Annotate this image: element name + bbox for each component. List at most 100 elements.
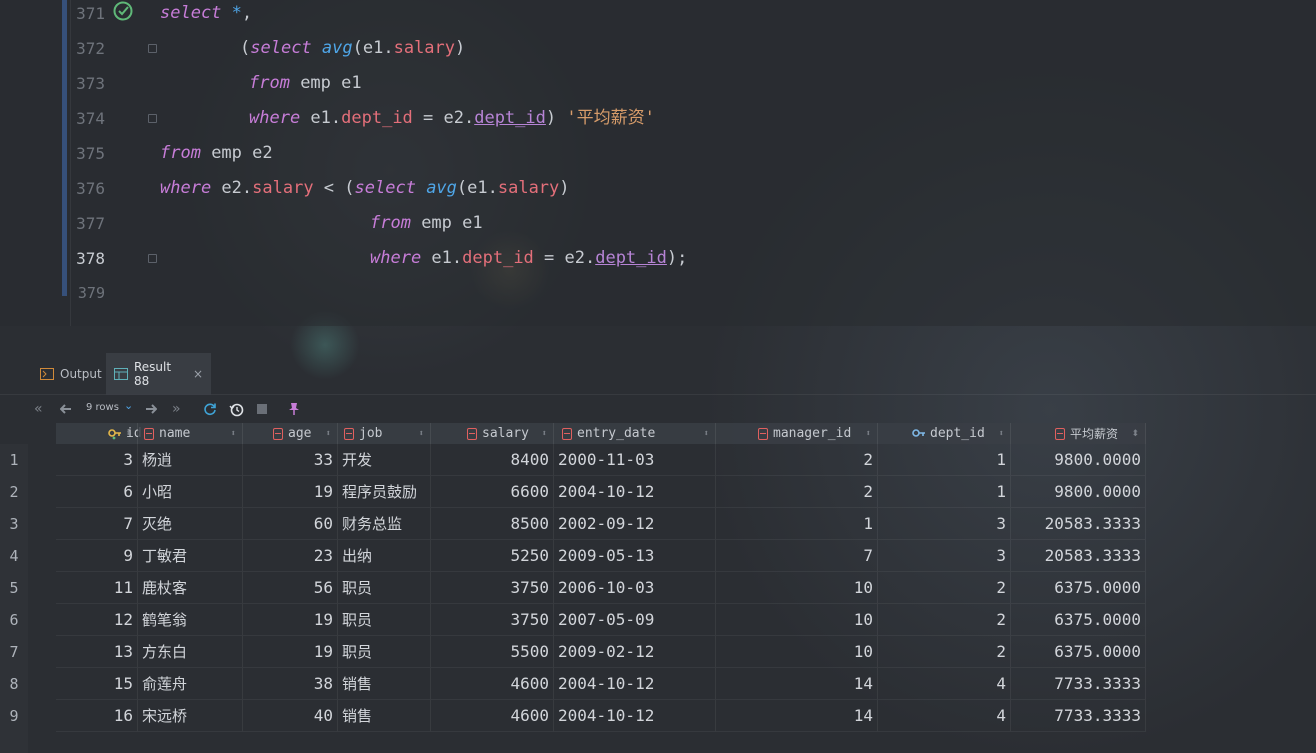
table-cell-salary[interactable]: 5500	[431, 636, 554, 668]
table-cell-salary[interactable]: 8500	[431, 508, 554, 540]
table-cell-dept-id[interactable]: 1	[878, 444, 1011, 476]
column-header-name[interactable]: name ⬍	[138, 423, 243, 444]
table-cell-age[interactable]: 33	[243, 444, 338, 476]
sort-icon[interactable]: ⬍	[704, 429, 709, 439]
table-row[interactable]: 1 3 杨逍 33 开发 8400 2000-11-03 2 1 9800.0000	[9, 444, 1148, 476]
sort-icon[interactable]: ⬍	[419, 429, 424, 439]
table-cell-job[interactable]: 出纳	[338, 540, 431, 572]
history-icon[interactable]	[229, 399, 244, 419]
fold-marker-icon[interactable]	[148, 254, 157, 263]
table-cell-id[interactable]: 11	[56, 572, 138, 604]
table-cell-salary[interactable]: 3750	[431, 604, 554, 636]
chevron-down-icon[interactable]: ⌄	[124, 399, 133, 412]
table-cell-name[interactable]: 灭绝	[138, 508, 243, 540]
sort-icon[interactable]: ⬍	[999, 429, 1004, 439]
table-cell-age[interactable]: 19	[243, 636, 338, 668]
table-cell-manager-id[interactable]: 7	[716, 540, 878, 572]
table-cell-dept-id[interactable]: 4	[878, 668, 1011, 700]
table-cell-avg[interactable]: 6375.0000	[1011, 636, 1146, 668]
table-cell-name[interactable]: 鹿杖客	[138, 572, 243, 604]
table-cell-dept-id[interactable]: 4	[878, 700, 1011, 732]
table-cell-id[interactable]: 16	[56, 700, 138, 732]
table-row[interactable]: 4 9 丁敏君 23 出纳 5250 2009-05-13 7 3 20583.3333	[9, 540, 1148, 572]
table-cell-job[interactable]: 职员	[338, 572, 431, 604]
table-row[interactable]: 9 16 宋远桥 40 销售 4600 2004-10-12 14 4 7733.3333	[9, 700, 1148, 732]
table-cell-dept-id[interactable]: 2	[878, 636, 1011, 668]
sort-icon[interactable]: ⬍	[126, 429, 131, 439]
table-cell-job[interactable]: 财务总监	[338, 508, 431, 540]
check-icon[interactable]	[112, 0, 134, 21]
tab-result[interactable]: Result 88 ×	[106, 353, 211, 395]
table-row[interactable]: 6 12 鹤笔翁 19 职员 3750 2007-05-09 10 2 6375.0000	[9, 604, 1148, 636]
code-line[interactable]: 376 where e2.salary < (select avg(e1.sal…	[0, 171, 1316, 206]
prev-page-icon[interactable]	[60, 399, 72, 419]
code-line[interactable]: 371 select *,	[0, 0, 1316, 31]
table-cell-job[interactable]: 程序员鼓励	[338, 476, 431, 508]
table-cell-salary[interactable]: 4600	[431, 668, 554, 700]
table-cell-salary[interactable]: 6600	[431, 476, 554, 508]
table-cell-entry-date[interactable]: 2006-10-03	[554, 572, 716, 604]
code-line[interactable]: 373 from emp e1	[0, 66, 1316, 101]
table-cell-age[interactable]: 23	[243, 540, 338, 572]
table-cell-manager-id[interactable]: 10	[716, 572, 878, 604]
sort-icon[interactable]: ⬍	[866, 429, 871, 439]
sort-icon[interactable]: ⬍	[326, 429, 331, 439]
table-row[interactable]: 2 6 小昭 19 程序员鼓励 6600 2004-10-12 2 1 9800.0000	[9, 476, 1148, 508]
close-icon[interactable]: ×	[193, 367, 203, 381]
code-line[interactable]: 372 (select avg(e1.salary)	[0, 31, 1316, 66]
sort-icon[interactable]: ⬍	[231, 429, 236, 439]
last-page-icon[interactable]: »	[172, 399, 181, 419]
column-header-entry-date[interactable]: entry_date ⬍	[554, 423, 716, 444]
fold-marker-icon[interactable]	[148, 114, 157, 123]
code-line[interactable]: 378 where e1.dept_id = e2.dept_id);	[0, 241, 1316, 276]
table-cell-avg[interactable]: 6375.0000	[1011, 604, 1146, 636]
table-cell-manager-id[interactable]: 14	[716, 700, 878, 732]
stop-icon[interactable]	[256, 399, 268, 419]
code-line[interactable]: 379	[0, 276, 1316, 311]
table-cell-name[interactable]: 小昭	[138, 476, 243, 508]
fold-marker-icon[interactable]	[148, 44, 157, 53]
table-row[interactable]: 7 13 方东白 19 职员 5500 2009-02-12 10 2 6375.0000	[9, 636, 1148, 668]
table-cell-name[interactable]: 俞莲舟	[138, 668, 243, 700]
table-cell-entry-date[interactable]: 2000-11-03	[554, 444, 716, 476]
table-cell-name[interactable]: 杨逍	[138, 444, 243, 476]
next-page-icon[interactable]	[145, 399, 157, 419]
column-header-id[interactable]: id ⬍	[56, 423, 142, 444]
column-header-job[interactable]: job ⬍	[338, 423, 431, 444]
table-cell-id[interactable]: 9	[56, 540, 138, 572]
table-cell-age[interactable]: 56	[243, 572, 338, 604]
table-cell-id[interactable]: 3	[56, 444, 138, 476]
table-cell-id[interactable]: 15	[56, 668, 138, 700]
table-cell-name[interactable]: 鹤笔翁	[138, 604, 243, 636]
table-row[interactable]: 3 7 灭绝 60 财务总监 8500 2002-09-12 1 3 20583.3333	[9, 508, 1148, 540]
table-cell-job[interactable]: 销售	[338, 668, 431, 700]
table-cell-age[interactable]: 40	[243, 700, 338, 732]
table-cell-dept-id[interactable]: 3	[878, 508, 1011, 540]
table-cell-avg[interactable]: 6375.0000	[1011, 572, 1146, 604]
rows-count[interactable]: 9 rows	[86, 402, 119, 413]
table-cell-id[interactable]: 7	[56, 508, 138, 540]
table-row[interactable]: 8 15 俞莲舟 38 销售 4600 2004-10-12 14 4 7733.3333	[9, 668, 1148, 700]
table-cell-manager-id[interactable]: 1	[716, 508, 878, 540]
column-header-age[interactable]: age ⬍	[243, 423, 338, 444]
table-cell-name[interactable]: 方东白	[138, 636, 243, 668]
table-cell-avg[interactable]: 7733.3333	[1011, 668, 1146, 700]
table-cell-entry-date[interactable]: 2004-10-12	[554, 668, 716, 700]
sql-editor[interactable]: 371 select *, 372 (select avg(e1.salary)…	[0, 0, 1316, 326]
table-cell-id[interactable]: 6	[56, 476, 138, 508]
table-cell-id[interactable]: 12	[56, 604, 138, 636]
table-cell-salary[interactable]: 4600	[431, 700, 554, 732]
column-header-manager-id[interactable]: manager_id ⬍	[716, 423, 878, 444]
table-cell-avg[interactable]: 20583.3333	[1011, 540, 1146, 572]
table-cell-salary[interactable]: 8400	[431, 444, 554, 476]
table-cell-salary[interactable]: 5250	[431, 540, 554, 572]
table-cell-name[interactable]: 宋远桥	[138, 700, 243, 732]
table-cell-dept-id[interactable]: 2	[878, 572, 1011, 604]
table-cell-entry-date[interactable]: 2004-10-12	[554, 700, 716, 732]
table-cell-avg[interactable]: 20583.3333	[1011, 508, 1146, 540]
refresh-icon[interactable]	[203, 399, 217, 419]
table-cell-salary[interactable]: 3750	[431, 572, 554, 604]
table-cell-avg[interactable]: 9800.0000	[1011, 444, 1146, 476]
table-cell-job[interactable]: 开发	[338, 444, 431, 476]
first-page-icon[interactable]: «	[34, 399, 43, 419]
